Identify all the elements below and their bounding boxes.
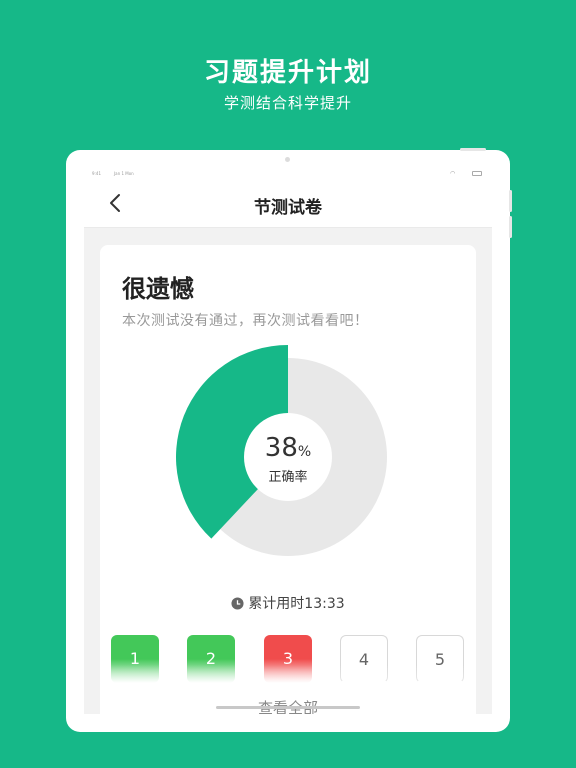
device-top-button <box>460 148 486 151</box>
elapsed-time-label: 累计用时13:33 <box>248 596 345 612</box>
accuracy-label: 正确率 <box>268 470 308 485</box>
hero-subtitle: 学测结合科学提升 <box>223 94 352 112</box>
status-time: 9:41 <box>92 171 101 176</box>
result-card: 很遗憾 本次测试没有通过，再次测试看看吧！ 38% 正确率 累计用时13:33 … <box>100 245 476 714</box>
wifi-icon: ◠ <box>450 170 456 177</box>
hero-title: 习题提升计划 <box>203 58 372 88</box>
device-volume-up <box>509 190 512 212</box>
home-indicator[interactable] <box>216 706 360 709</box>
camera-icon <box>285 157 290 162</box>
result-title: 很遗憾 <box>122 275 194 303</box>
status-date: Jan 1 Mon <box>114 171 134 176</box>
accuracy-unit: % <box>297 444 312 460</box>
nav-bar: 节测试卷 <box>84 178 492 228</box>
elapsed-time: 累计用时13:33 <box>100 593 476 613</box>
result-description: 本次测试没有通过，再次测试看看吧！ <box>122 313 369 329</box>
app-screen: 9:41 Jan 1 Mon ◠ 节测试卷 很遗憾 本次测试没有通过，再次测试看… <box>84 168 492 714</box>
battery-icon <box>472 171 482 176</box>
device-volume-down <box>509 216 512 238</box>
status-bar: 9:41 Jan 1 Mon ◠ <box>84 168 492 178</box>
accuracy-value: 38% <box>264 433 312 463</box>
page-title: 节测试卷 <box>254 198 322 218</box>
clock-icon <box>231 597 244 610</box>
